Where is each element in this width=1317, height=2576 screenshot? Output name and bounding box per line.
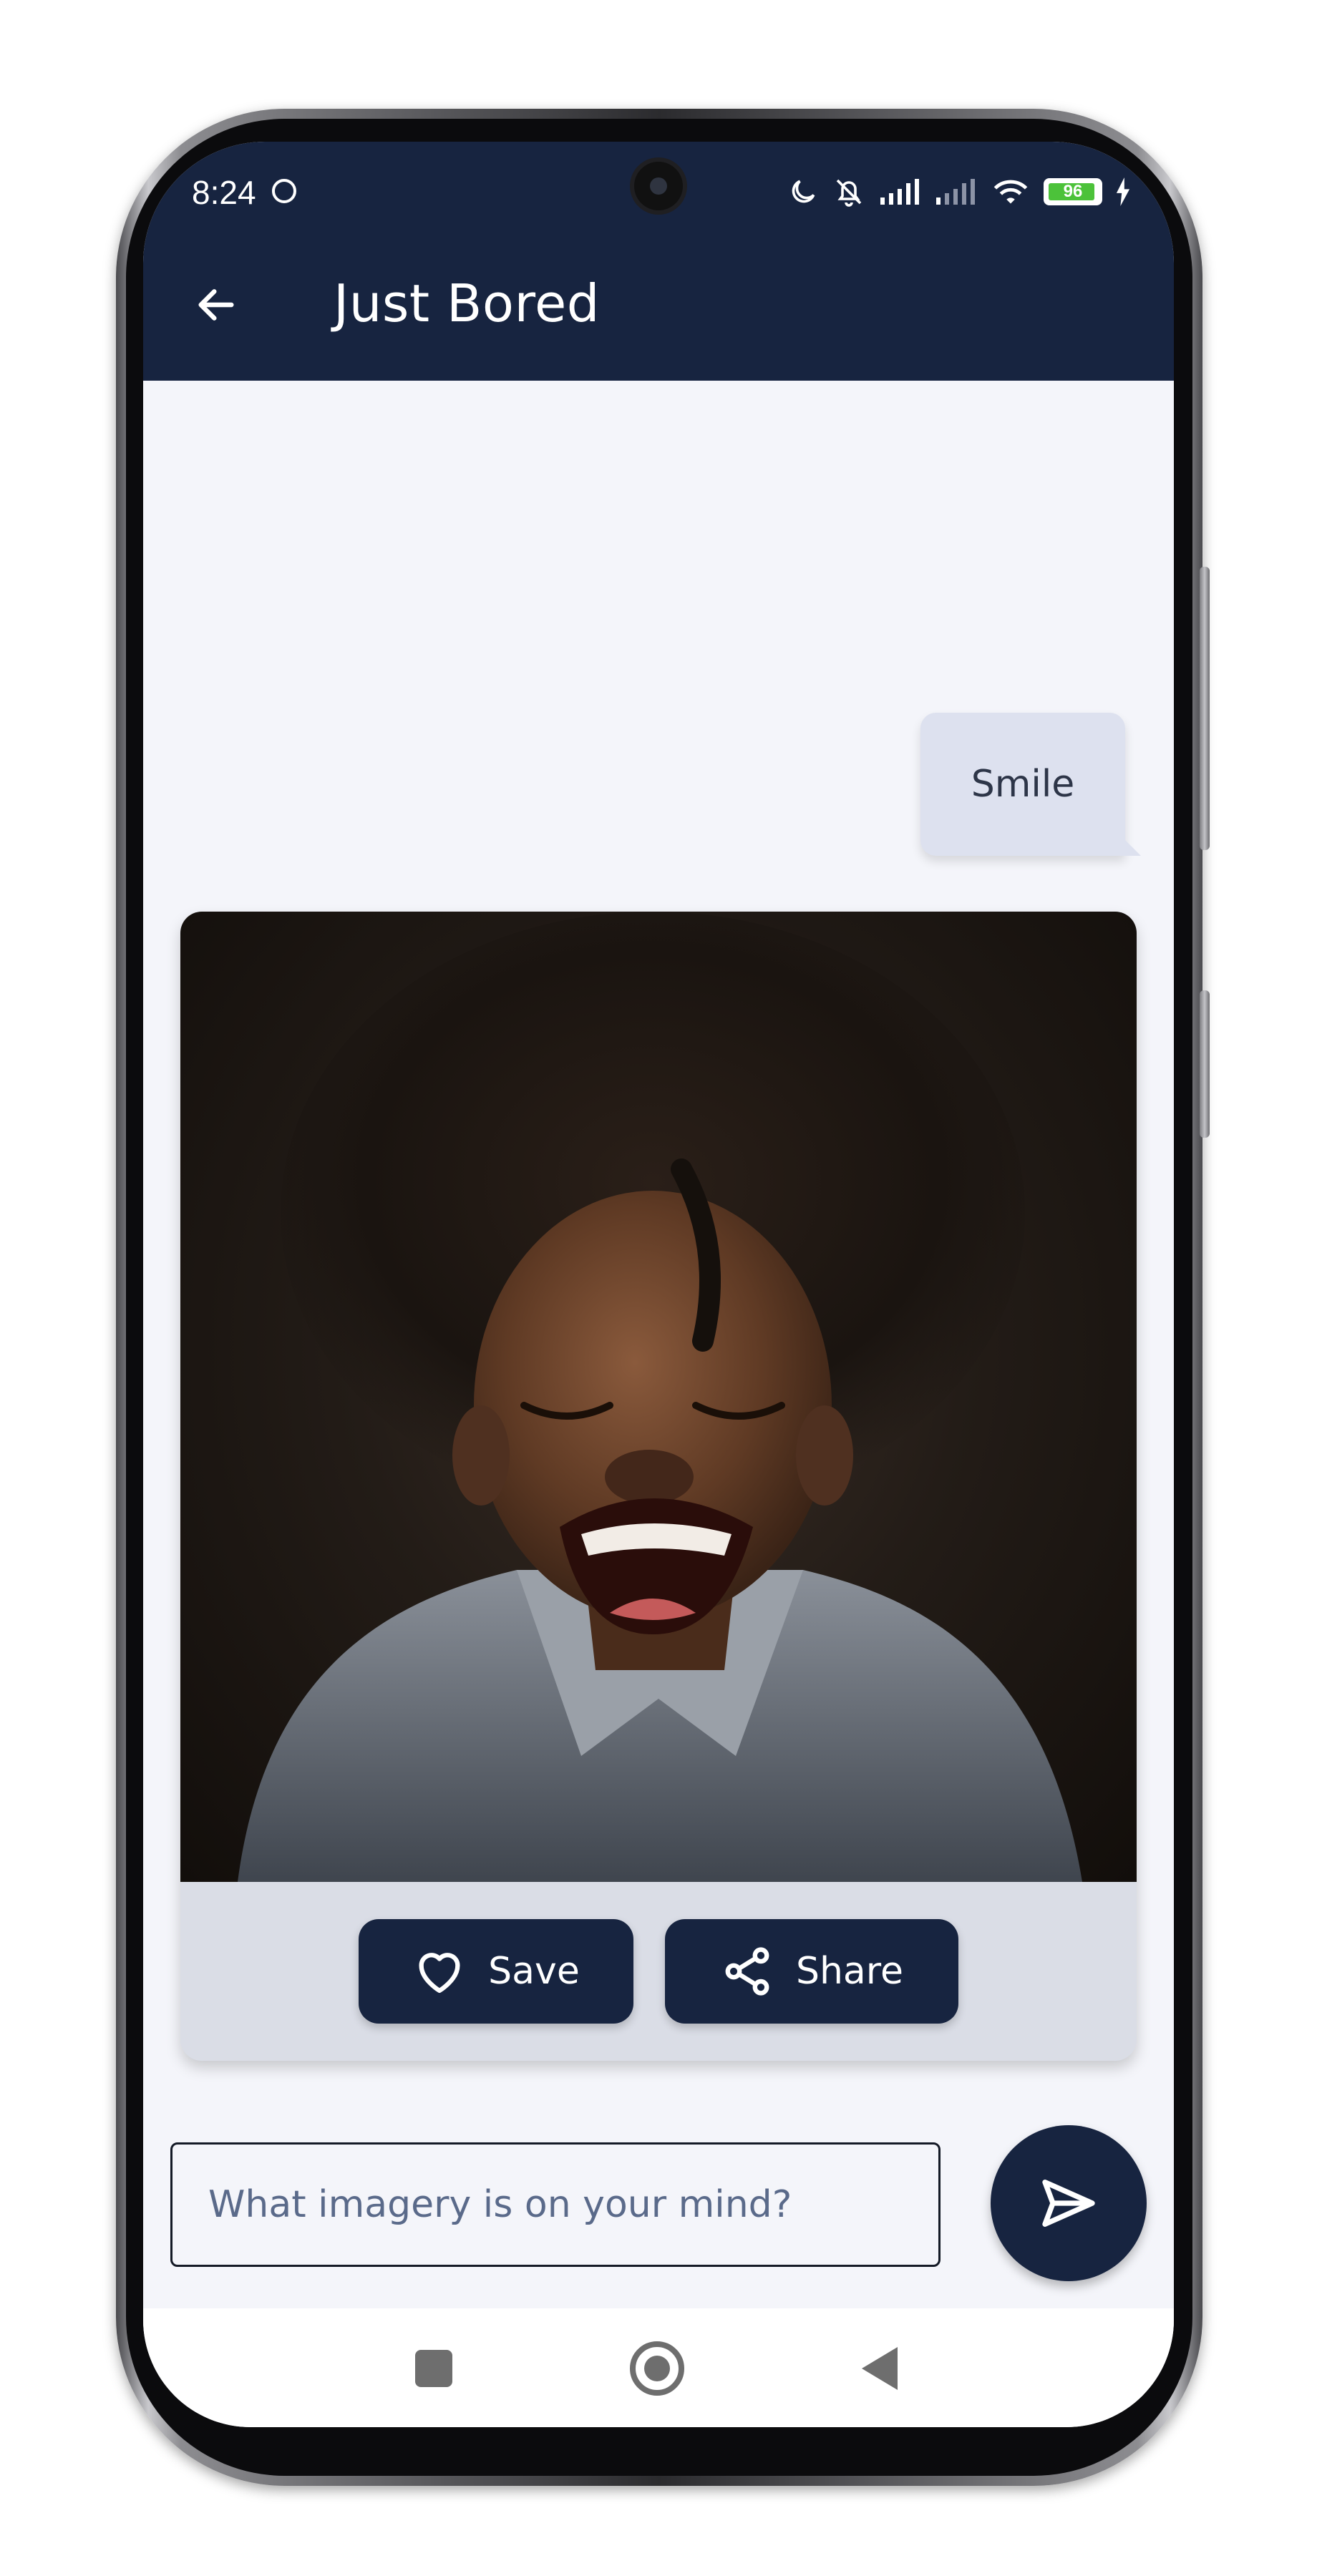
share-button[interactable]: Share	[665, 1919, 958, 2024]
battery-icon: 96	[1044, 178, 1102, 205]
generated-image-card: Save Share	[180, 912, 1137, 2061]
generated-image[interactable]	[180, 912, 1137, 1882]
wifi-icon	[993, 180, 1028, 204]
bell-off-icon	[836, 179, 862, 207]
share-icon	[725, 1947, 769, 1996]
screen: 8:24 96 Just Bored Smile Save Share What…	[143, 142, 1174, 2427]
signal-icon	[880, 179, 919, 205]
send-button[interactable]	[991, 2125, 1147, 2281]
user-message-text: Smile	[971, 763, 1075, 806]
send-icon	[1042, 2180, 1095, 2227]
save-button[interactable]: Save	[359, 1919, 633, 2024]
front-camera	[634, 162, 683, 210]
page-title: Just Bored	[334, 273, 600, 333]
battery-level: 96	[1063, 182, 1083, 201]
share-button-label: Share	[795, 1950, 904, 1993]
notification-icon	[272, 179, 296, 203]
image-actions: Save Share	[180, 1882, 1137, 2061]
save-button-label: Save	[488, 1950, 580, 1993]
prompt-input[interactable]	[170, 2142, 941, 2267]
signal-secondary-icon	[936, 179, 975, 205]
home-button[interactable]	[630, 2341, 684, 2396]
system-back-button[interactable]	[862, 2347, 898, 2390]
volume-button	[1200, 567, 1210, 850]
user-message-bubble: Smile	[920, 713, 1141, 856]
system-nav-bar	[143, 2308, 1174, 2427]
heart-icon	[419, 1953, 460, 1994]
back-button[interactable]	[186, 275, 246, 335]
arrow-left-icon	[198, 289, 234, 321]
child-portrait-illustration	[238, 912, 1082, 1882]
status-icons: 96	[787, 172, 1131, 212]
power-button	[1200, 990, 1210, 1138]
app-header: 8:24 96 Just Bored	[143, 142, 1174, 381]
moon-icon	[792, 180, 815, 203]
charging-icon	[1116, 177, 1130, 206]
status-time: 8:24	[192, 174, 256, 211]
recent-apps-button[interactable]	[415, 2350, 452, 2387]
